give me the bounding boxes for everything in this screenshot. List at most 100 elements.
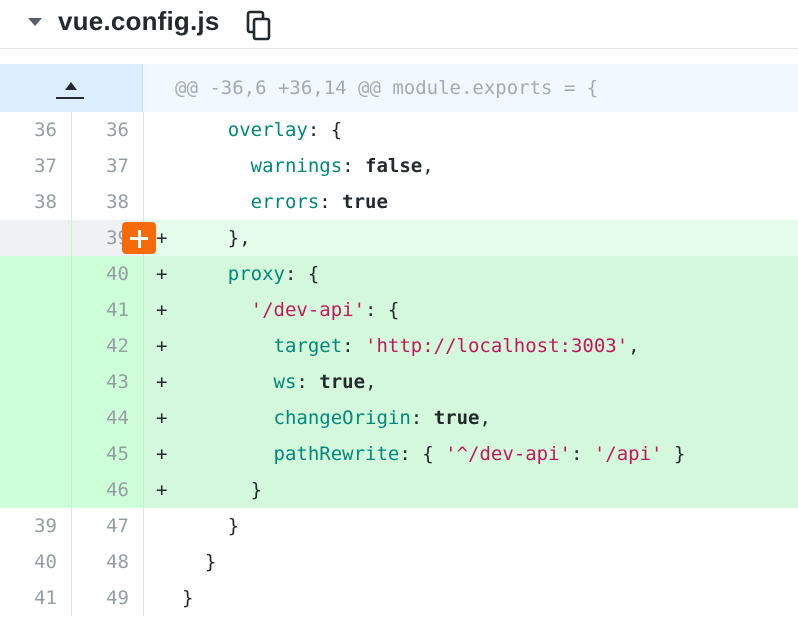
new-line-number[interactable]: 49 bbox=[72, 580, 144, 616]
code-token: target bbox=[273, 335, 343, 357]
code-line: warnings: false, bbox=[144, 148, 798, 184]
diff-line[interactable]: 41 49} bbox=[0, 580, 798, 616]
code-line: + ws: true, bbox=[144, 364, 798, 400]
old-line-number[interactable]: 38 bbox=[0, 184, 72, 220]
diff-line[interactable]: 43 + ws: true, bbox=[0, 364, 798, 400]
code-token: '/api' bbox=[593, 443, 663, 465]
code-token: : { bbox=[365, 299, 400, 321]
code-line: + }, bbox=[144, 220, 798, 256]
code-line: } bbox=[144, 508, 798, 544]
chevron-down-icon[interactable] bbox=[28, 18, 42, 26]
old-line-number[interactable]: 36 bbox=[0, 112, 72, 148]
old-line-number[interactable] bbox=[0, 472, 72, 508]
diff-line[interactable]: 39 47 } bbox=[0, 508, 798, 544]
code-token: warnings bbox=[250, 155, 343, 177]
new-line-number[interactable]: 45 bbox=[72, 436, 144, 472]
old-line-number[interactable] bbox=[0, 364, 72, 400]
code-token: ws bbox=[273, 371, 297, 393]
hunk-header-text: @@ -36,6 +36,14 @@ module.exports = { bbox=[175, 77, 599, 99]
new-line-number[interactable]: 43 bbox=[72, 364, 144, 400]
code-token: } bbox=[662, 443, 686, 465]
code-token: pathRewrite bbox=[273, 443, 400, 465]
old-line-number[interactable] bbox=[0, 292, 72, 328]
expand-underline bbox=[56, 97, 84, 99]
code-token: } bbox=[182, 587, 194, 609]
diff-line[interactable]: 39 + }, bbox=[0, 220, 798, 256]
new-line-number[interactable]: 41 bbox=[72, 292, 144, 328]
new-line-number[interactable]: 37 bbox=[72, 148, 144, 184]
code-token: : { bbox=[399, 443, 446, 465]
code-token: : { bbox=[284, 263, 320, 285]
diff-line[interactable]: 40 + proxy: { bbox=[0, 256, 798, 292]
code-token: }, bbox=[227, 227, 251, 249]
diff-marker: + bbox=[156, 479, 168, 501]
old-line-number[interactable]: 41 bbox=[0, 580, 72, 616]
code-line: + proxy: { bbox=[144, 256, 798, 292]
diff-line[interactable]: 42 + target: 'http://localhost:3003', bbox=[0, 328, 798, 364]
file-name[interactable]: vue.config.js bbox=[58, 6, 220, 37]
diff-line[interactable]: 38 38 errors: true bbox=[0, 184, 798, 220]
code-token: } bbox=[227, 515, 240, 537]
diff-marker: + bbox=[156, 407, 168, 429]
diff-line[interactable]: 41 + '/dev-api': { bbox=[0, 292, 798, 328]
code-token: , bbox=[628, 335, 640, 357]
diff-marker: + bbox=[156, 335, 168, 357]
code-token: } bbox=[204, 551, 217, 573]
code-line: } bbox=[144, 544, 798, 580]
new-line-number[interactable]: 48 bbox=[72, 544, 144, 580]
old-line-number[interactable]: 40 bbox=[0, 544, 72, 580]
code-line: overlay: { bbox=[144, 112, 798, 148]
diff-lines: 36 36 overlay: {37 37 warnings: false, 38 38… bbox=[0, 112, 798, 616]
code-token: , bbox=[479, 407, 491, 429]
diff-marker: + bbox=[156, 299, 168, 321]
old-line-number[interactable] bbox=[0, 436, 72, 472]
code-token: : bbox=[296, 371, 320, 393]
new-line-number[interactable]: 40 bbox=[72, 256, 144, 292]
code-token: errors bbox=[250, 191, 320, 213]
add-comment-button[interactable] bbox=[122, 222, 156, 254]
expand-up-icon bbox=[65, 82, 77, 90]
code-token: , bbox=[365, 371, 377, 393]
code-token: : bbox=[570, 443, 594, 465]
diff-line[interactable]: 36 36 overlay: { bbox=[0, 112, 798, 148]
new-line-number[interactable]: 47 bbox=[72, 508, 144, 544]
diff-line[interactable]: 45 + pathRewrite: { '^/dev-api': '/api' } bbox=[0, 436, 798, 472]
code-line: + '/dev-api': { bbox=[144, 292, 798, 328]
code-token: true bbox=[433, 407, 480, 429]
code-line: + pathRewrite: { '^/dev-api': '/api' } bbox=[144, 436, 798, 472]
diff-line[interactable]: 46 + } bbox=[0, 472, 798, 508]
diff-line[interactable]: 44 + changeOrigin: true, bbox=[0, 400, 798, 436]
old-line-number[interactable] bbox=[0, 220, 72, 256]
code-token: : bbox=[342, 335, 366, 357]
new-line-number[interactable]: 36 bbox=[72, 112, 144, 148]
diff-line[interactable]: 37 37 warnings: false, bbox=[0, 148, 798, 184]
old-line-number[interactable]: 37 bbox=[0, 148, 72, 184]
new-line-number[interactable]: 42 bbox=[72, 328, 144, 364]
code-token: '/dev-api' bbox=[250, 299, 366, 321]
expand-up-button[interactable] bbox=[0, 64, 143, 112]
copy-icon[interactable] bbox=[246, 10, 272, 42]
code-line: + } bbox=[144, 472, 798, 508]
old-line-number[interactable] bbox=[0, 328, 72, 364]
code-line: + target: 'http://localhost:3003', bbox=[144, 328, 798, 364]
new-line-number[interactable]: 46 bbox=[72, 472, 144, 508]
new-line-number[interactable]: 38 bbox=[72, 184, 144, 220]
diff-marker: + bbox=[156, 443, 168, 465]
old-line-number[interactable] bbox=[0, 400, 72, 436]
diff-line[interactable]: 40 48 } bbox=[0, 544, 798, 580]
old-line-number[interactable]: 39 bbox=[0, 508, 72, 544]
old-line-number[interactable] bbox=[0, 256, 72, 292]
new-line-number[interactable]: 44 bbox=[72, 400, 144, 436]
code-token: : bbox=[342, 155, 366, 177]
